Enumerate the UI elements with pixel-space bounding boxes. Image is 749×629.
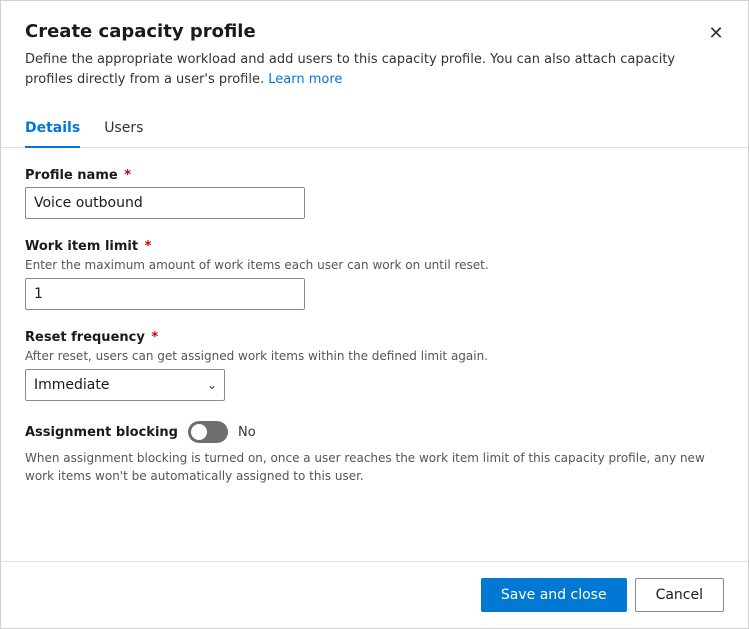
- required-star: *: [120, 168, 131, 183]
- tab-details[interactable]: Details: [25, 110, 80, 148]
- cancel-button[interactable]: Cancel: [635, 578, 724, 612]
- work-item-limit-input[interactable]: [25, 278, 305, 310]
- tab-users[interactable]: Users: [104, 110, 143, 148]
- required-star-3: *: [147, 330, 158, 345]
- dialog-title: Create capacity profile: [25, 21, 724, 42]
- dialog-body: Profile name * Work item limit * Enter t…: [1, 148, 748, 561]
- reset-frequency-sublabel: After reset, users can get assigned work…: [25, 349, 724, 363]
- tab-bar: Details Users: [1, 109, 748, 148]
- work-item-limit-label: Work item limit *: [25, 239, 724, 254]
- work-item-limit-group: Work item limit * Enter the maximum amou…: [25, 239, 724, 310]
- dialog-description: Define the appropriate workload and add …: [25, 50, 724, 89]
- profile-name-label: Profile name *: [25, 168, 724, 183]
- save-and-close-button[interactable]: Save and close: [481, 578, 627, 612]
- create-capacity-profile-dialog: ✕ Create capacity profile Define the app…: [0, 0, 749, 629]
- assignment-blocking-status: No: [238, 425, 256, 440]
- description-text: Define the appropriate workload and add …: [25, 52, 675, 87]
- toggle-slider: [188, 421, 228, 443]
- reset-frequency-group: Reset frequency * After reset, users can…: [25, 330, 724, 401]
- close-button[interactable]: ✕: [700, 17, 732, 49]
- profile-name-group: Profile name *: [25, 168, 724, 219]
- assignment-blocking-toggle[interactable]: [188, 421, 228, 443]
- work-item-limit-sublabel: Enter the maximum amount of work items e…: [25, 258, 724, 272]
- reset-frequency-select-wrapper: Immediate Daily Weekly ⌄: [25, 369, 225, 401]
- profile-name-input[interactable]: [25, 187, 305, 219]
- assignment-blocking-description: When assignment blocking is turned on, o…: [25, 449, 724, 485]
- close-icon: ✕: [708, 23, 723, 44]
- assignment-blocking-label: Assignment blocking: [25, 425, 178, 440]
- learn-more-link[interactable]: Learn more: [268, 72, 342, 87]
- reset-frequency-label: Reset frequency *: [25, 330, 724, 345]
- reset-frequency-select[interactable]: Immediate Daily Weekly: [25, 369, 225, 401]
- assignment-blocking-row: Assignment blocking No: [25, 421, 724, 443]
- assignment-blocking-group: Assignment blocking No When assignment b…: [25, 421, 724, 485]
- dialog-footer: Save and close Cancel: [1, 561, 748, 628]
- dialog-header: ✕ Create capacity profile Define the app…: [1, 1, 748, 101]
- required-star-2: *: [140, 239, 151, 254]
